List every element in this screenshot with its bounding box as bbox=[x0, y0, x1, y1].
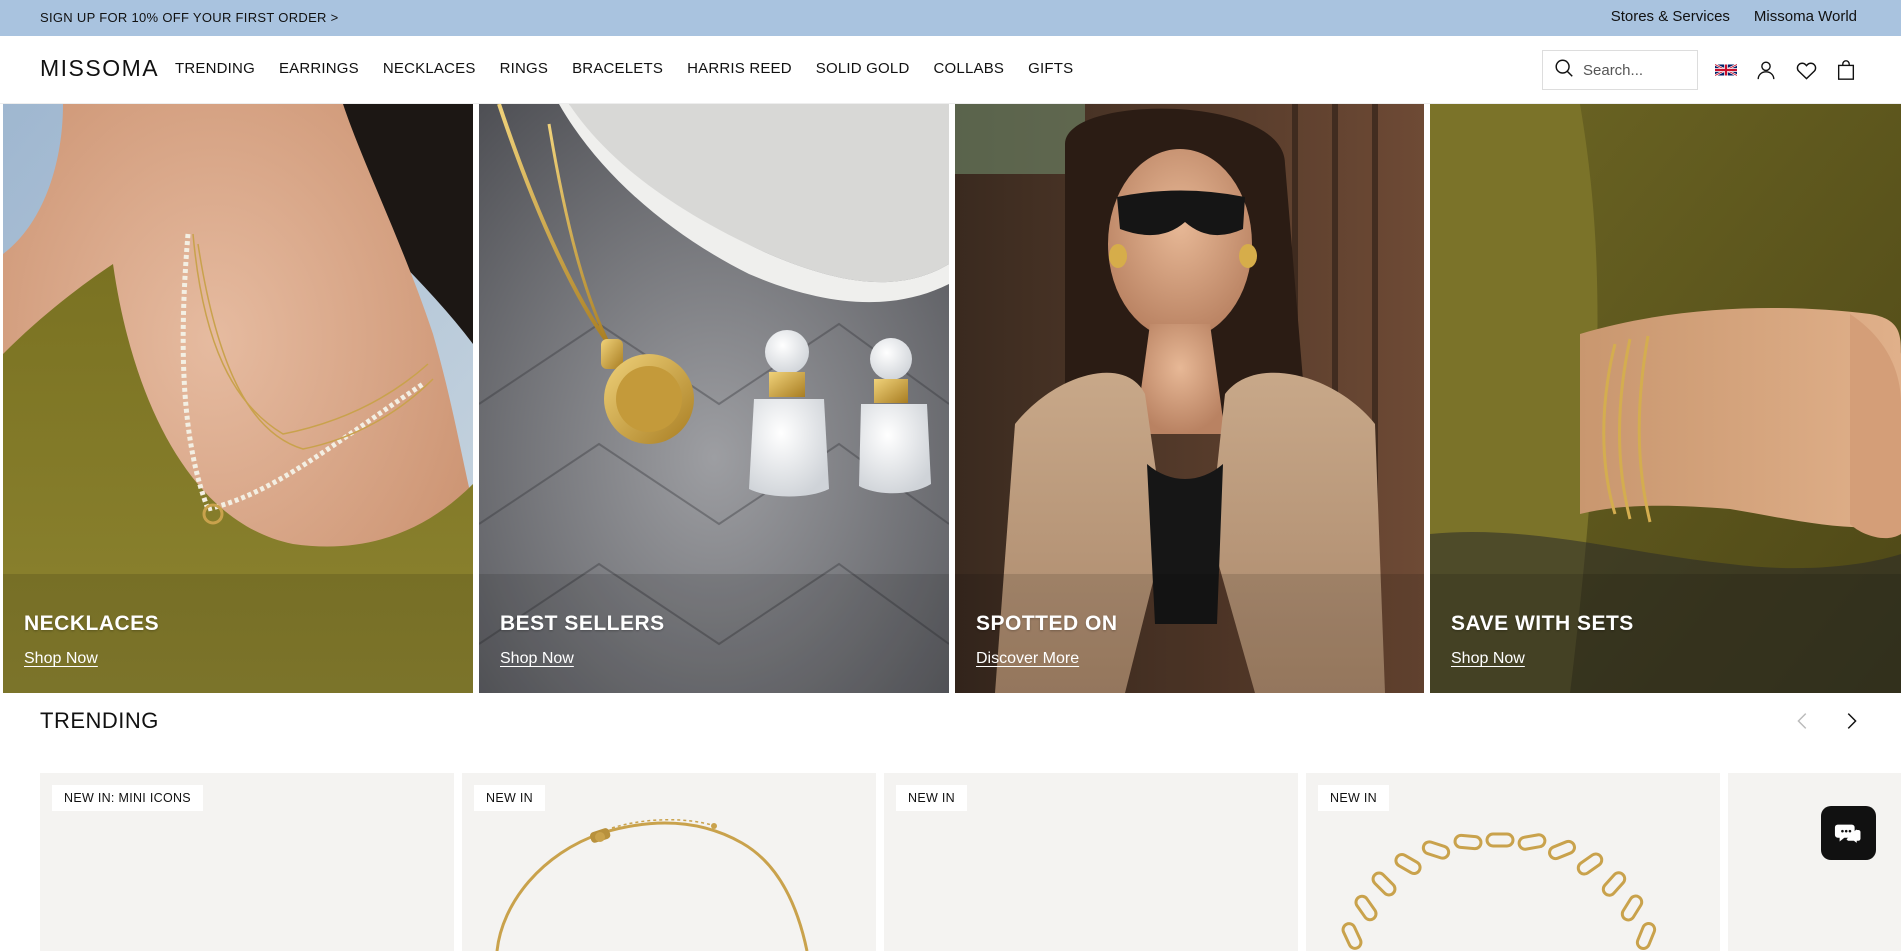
shop-now-link[interactable]: Shop Now bbox=[1451, 650, 1525, 668]
product-card-partial[interactable] bbox=[1728, 773, 1901, 951]
chat-bubbles-icon bbox=[1834, 824, 1862, 846]
tile-save-with-sets[interactable]: SAVE WITH SETS Shop Now bbox=[1430, 104, 1901, 693]
carousel-prev-button[interactable] bbox=[1788, 708, 1818, 734]
main-nav: TRENDING EARRINGS NECKLACES RINGS BRACEL… bbox=[175, 60, 1097, 77]
promo-bar: SIGN UP FOR 10% OFF YOUR FIRST ORDER > S… bbox=[0, 0, 1901, 36]
nav-gifts[interactable]: GIFTS bbox=[1028, 60, 1073, 77]
discover-more-link[interactable]: Discover More bbox=[976, 650, 1079, 668]
utility-links: Stores & Services Missoma World bbox=[1611, 8, 1857, 25]
bracelets-model-photo bbox=[1430, 104, 1901, 693]
nav-harris-reed[interactable]: HARRIS REED bbox=[687, 60, 792, 77]
product-badge: NEW IN bbox=[896, 785, 967, 811]
gold-chain-necklace-product-image bbox=[1341, 832, 1657, 950]
product-card[interactable]: NEW IN bbox=[462, 773, 876, 951]
carousel-next-button[interactable] bbox=[1836, 708, 1866, 734]
hero-tiles: NECKLACES Shop Now BEST SELLERS Shop Now… bbox=[0, 104, 1901, 693]
chevron-right-icon bbox=[1847, 713, 1857, 729]
wishlist-heart-icon[interactable] bbox=[1794, 58, 1818, 82]
nav-solid-gold[interactable]: SOLID GOLD bbox=[816, 60, 910, 77]
tile-spotted-on[interactable]: SPOTTED ON Discover More bbox=[955, 104, 1424, 693]
account-icon[interactable] bbox=[1754, 58, 1778, 82]
header-icons bbox=[1714, 58, 1858, 82]
nav-trending[interactable]: TRENDING bbox=[175, 60, 255, 77]
chat-widget-button[interactable] bbox=[1821, 806, 1876, 860]
shopping-bag-icon[interactable] bbox=[1834, 58, 1858, 82]
shop-now-link[interactable]: Shop Now bbox=[24, 650, 98, 668]
nav-collabs[interactable]: COLLABS bbox=[934, 60, 1005, 77]
search-box[interactable] bbox=[1542, 50, 1698, 90]
tile-title: SAVE WITH SETS bbox=[1451, 612, 1634, 635]
signup-promo-link[interactable]: SIGN UP FOR 10% OFF YOUR FIRST ORDER > bbox=[40, 10, 339, 25]
uk-flag-icon[interactable] bbox=[1714, 58, 1738, 82]
nav-bracelets[interactable]: BRACELETS bbox=[572, 60, 663, 77]
search-input[interactable] bbox=[1583, 61, 1693, 79]
trending-heading: TRENDING bbox=[40, 708, 159, 733]
spotted-on-model-photo bbox=[955, 104, 1424, 693]
missoma-world-link[interactable]: Missoma World bbox=[1754, 8, 1857, 25]
site-header: MISSOMA TRENDING EARRINGS NECKLACES RING… bbox=[0, 36, 1901, 104]
search-icon[interactable] bbox=[1553, 57, 1575, 84]
product-badge: NEW IN: MINI ICONS bbox=[52, 785, 203, 811]
tile-title: NECKLACES bbox=[24, 612, 160, 635]
tile-title: BEST SELLERS bbox=[500, 612, 665, 635]
tile-necklaces[interactable]: NECKLACES Shop Now bbox=[3, 104, 473, 693]
shop-now-link[interactable]: Shop Now bbox=[500, 650, 574, 668]
tile-title: SPOTTED ON bbox=[976, 612, 1118, 635]
nav-earrings[interactable]: EARRINGS bbox=[279, 60, 359, 77]
best-sellers-product-photo bbox=[479, 104, 949, 693]
gold-necklace-product-image bbox=[495, 818, 809, 951]
nav-rings[interactable]: RINGS bbox=[500, 60, 549, 77]
necklace-model-photo bbox=[3, 104, 473, 693]
product-card[interactable]: NEW IN bbox=[884, 773, 1298, 951]
missoma-logo[interactable]: MISSOMA bbox=[40, 55, 159, 82]
nav-necklaces[interactable]: NECKLACES bbox=[383, 60, 476, 77]
tile-best-sellers[interactable]: BEST SELLERS Shop Now bbox=[479, 104, 949, 693]
chevron-left-icon bbox=[1797, 713, 1807, 729]
product-card[interactable]: NEW IN bbox=[1306, 773, 1720, 951]
stores-services-link[interactable]: Stores & Services bbox=[1611, 8, 1730, 25]
product-card[interactable]: NEW IN: MINI ICONS bbox=[40, 773, 454, 951]
